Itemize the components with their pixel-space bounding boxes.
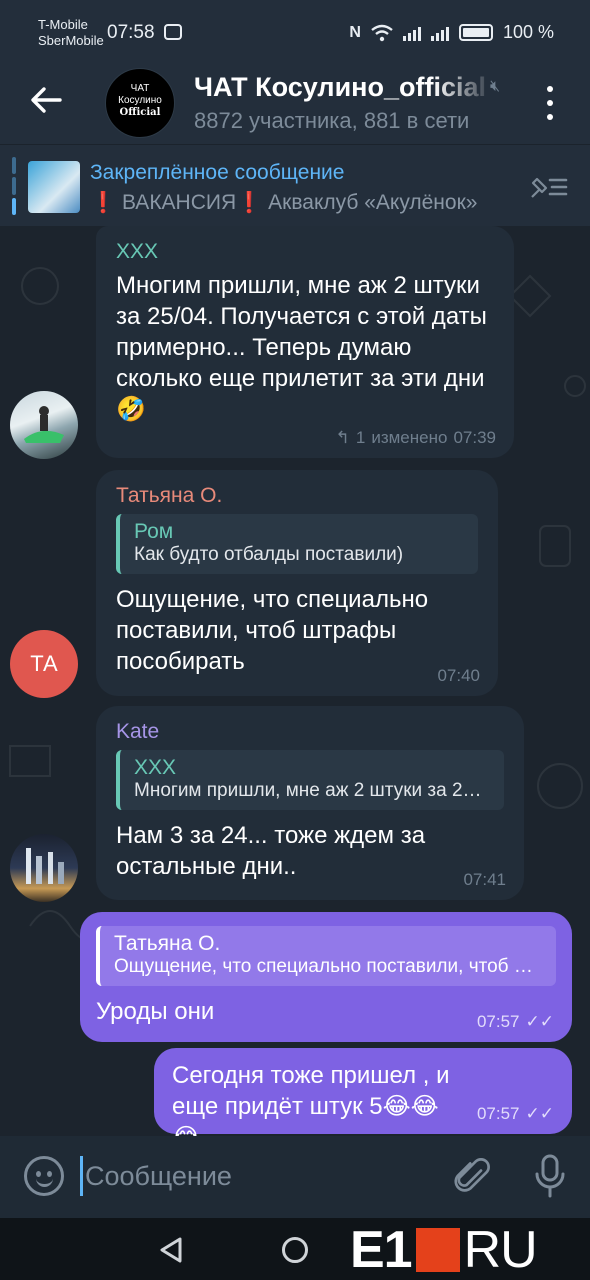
nfc-icon: N — [349, 23, 361, 41]
pinned-text-b: Акваклуб «Акулёнок» — [268, 191, 478, 214]
message-sender[interactable]: XXX — [116, 240, 494, 264]
message-bubble[interactable]: Татьяна О. Ром Как будто отбалды постави… — [96, 470, 498, 696]
message-text: Нам 3 за 24... тоже ждем за остальные дн… — [116, 822, 426, 880]
message-text: Сегодня тоже пришел , и еще придёт штук … — [172, 1062, 450, 1136]
microphone-icon[interactable] — [530, 1152, 570, 1200]
message-time: 07:57 — [476, 1104, 520, 1123]
avatar-line-1: ЧАТ — [130, 83, 150, 94]
carrier-line-2: SberMobile — [38, 33, 104, 48]
muted-speaker-icon: 🔇︎ — [490, 78, 501, 95]
nav-back-icon[interactable] — [158, 1236, 184, 1264]
wifi-icon — [371, 24, 393, 41]
edited-label: изменено — [371, 428, 448, 447]
carrier-line-1: T-Mobile — [38, 17, 88, 32]
reply-author: Татьяна О. — [114, 932, 221, 955]
pinned-preview: ❗ ВАКАНСИЯ❗ Акваклуб «Акулёнок» — [90, 191, 520, 215]
watermark-square-icon — [415, 1228, 460, 1272]
message-sender[interactable]: Kate — [116, 720, 504, 744]
message-sender[interactable]: Татьяна О. — [116, 484, 478, 508]
back-arrow-icon[interactable] — [26, 80, 66, 120]
message-composer — [0, 1136, 590, 1218]
snowmobile-icon — [24, 406, 64, 443]
reply-quote[interactable]: XXX Многим пришли, мне аж 2 штуки за 25/… — [116, 750, 504, 810]
message-list[interactable]: XXX Многим пришли, мне аж 2 штуки за 25/… — [0, 226, 590, 1136]
status-bar: T-Mobile SberMobile 07:58 N 100 % — [0, 0, 590, 64]
double-check-icon: ✓✓ — [525, 1104, 555, 1123]
nav-home-icon[interactable] — [282, 1237, 308, 1263]
pinned-list-icon[interactable] — [528, 173, 570, 201]
double-check-icon: ✓✓ — [525, 1012, 555, 1031]
message-meta: 07:57 ✓✓ — [477, 1104, 554, 1124]
message-meta: ↰ 1 изменено 07:39 — [336, 428, 496, 448]
exclamation-icon: ❗ — [90, 191, 117, 214]
chat-avatar[interactable]: ЧАТ Косулино Official — [105, 68, 175, 138]
avatar[interactable]: ТА — [10, 630, 78, 698]
watermark-left: E1 — [350, 1221, 413, 1279]
chat-header: ЧАТ Косулино Official ЧАТ Косулино_offic… — [0, 64, 590, 144]
message-time: 07:57 — [476, 1012, 520, 1031]
avatar[interactable] — [10, 834, 78, 902]
reply-author: XXX — [134, 756, 177, 779]
notification-icon — [164, 24, 182, 40]
paperclip-icon[interactable] — [452, 1154, 492, 1198]
carrier-info: T-Mobile SberMobile — [38, 17, 104, 49]
message-bubble[interactable]: XXX Многим пришли, мне аж 2 штуки за 25/… — [96, 226, 514, 458]
battery-icon — [458, 24, 493, 41]
outgoing-message-bubble[interactable]: Татьяна О. Ощущение, что специально пост… — [80, 912, 572, 1042]
pinned-title: Закреплённое сообщение — [90, 161, 345, 184]
reply-text: Ощущение, что специально поставили, чтоб… — [114, 956, 544, 977]
reply-quote[interactable]: Ром Как будто отбалды поставили) — [116, 514, 478, 574]
chat-title[interactable]: ЧАТ Косулино_official — [194, 72, 494, 103]
pinned-text-a: ВАКАНСИЯ — [122, 191, 237, 214]
pinned-indicator — [12, 157, 16, 215]
message-meta: 07:57 ✓✓ — [477, 1012, 554, 1032]
avatar-line-2: Косулино — [118, 95, 162, 106]
more-options-icon[interactable] — [540, 86, 560, 120]
signal-icon-2 — [430, 25, 449, 41]
watermark-right: RU — [463, 1221, 538, 1279]
reply-arrow-icon: ↰ — [335, 428, 350, 447]
status-icons: N 100 % — [349, 22, 554, 43]
avatar-initials: ТА — [30, 651, 58, 676]
message-bubble[interactable]: Kate XXX Многим пришли, мне аж 2 штуки з… — [96, 706, 524, 900]
reply-text: Многим пришли, мне аж 2 штуки за 25/04. … — [134, 780, 492, 801]
exclamation-icon: ❗ — [236, 191, 263, 214]
reply-quote[interactable]: Татьяна О. Ощущение, что специально пост… — [96, 926, 556, 986]
pinned-message[interactable]: Закреплённое сообщение ❗ ВАКАНСИЯ❗ Аквак… — [0, 144, 590, 226]
pinned-thumbnail — [28, 161, 80, 213]
reply-text: Как будто отбалды поставили) — [134, 544, 404, 565]
status-time: 07:58 — [107, 22, 155, 43]
emoji-icon[interactable] — [24, 1156, 64, 1196]
battery-percent: 100 % — [502, 22, 554, 42]
reply-author: Ром — [134, 520, 174, 543]
message-text: Многим пришли, мне аж 2 штуки за 25/04. … — [116, 272, 487, 423]
message-meta: 07:41 — [463, 870, 506, 890]
avatar[interactable] — [10, 391, 78, 459]
reply-count[interactable]: 1 — [356, 428, 365, 448]
outgoing-message-bubble[interactable]: Сегодня тоже пришел , и еще придёт штук … — [154, 1048, 572, 1136]
message-time: 07:39 — [453, 428, 496, 447]
system-nav-bar: E1 RU — [0, 1218, 590, 1280]
signal-icon-1 — [402, 25, 421, 41]
message-time: 07:41 — [463, 870, 506, 889]
chat-member-count: 8872 участника, 881 в сети — [194, 108, 470, 133]
avatar-line-3: Official — [119, 107, 161, 118]
message-meta: 07:40 — [437, 666, 480, 686]
message-input[interactable] — [80, 1156, 420, 1196]
message-text: Ощущение, что специально поставили, чтоб… — [116, 586, 429, 675]
city-skyline-icon — [26, 848, 64, 884]
message-time: 07:40 — [437, 666, 480, 685]
e1-watermark-logo: E1 RU — [350, 1220, 538, 1280]
